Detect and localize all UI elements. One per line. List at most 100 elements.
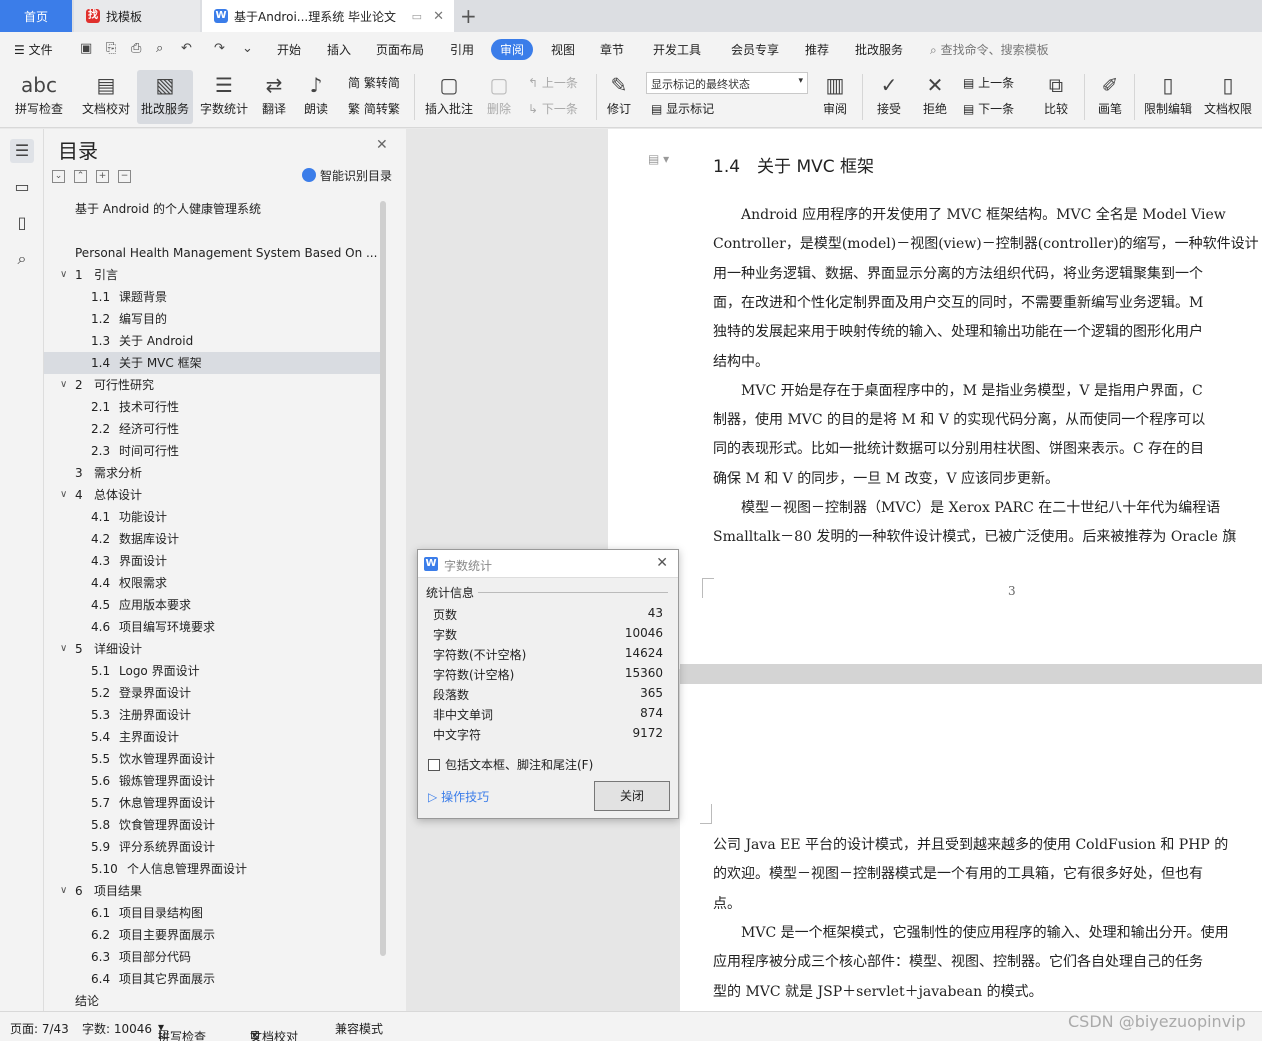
- review-service-button[interactable]: ▧ 批改服务: [137, 70, 193, 124]
- toc-item[interactable]: ∨ 5 详细设计: [44, 638, 380, 660]
- toc-item[interactable]: 5.2 登录界面设计: [44, 682, 380, 704]
- prev-comment-button[interactable]: ↰ 上一条: [528, 74, 578, 91]
- toc-item[interactable]: 2.1 技术可行性: [44, 396, 380, 418]
- redo-icon[interactable]: ↷: [214, 41, 225, 56]
- toc-item[interactable]: 1.1 课题背景: [44, 286, 380, 308]
- print-icon[interactable]: ⎙: [131, 41, 141, 56]
- menu-reference[interactable]: 引用: [450, 41, 474, 58]
- toc-item[interactable]: 5.1 Logo 界面设计: [44, 660, 380, 682]
- toc-item[interactable]: 5.4 主界面设计: [44, 726, 380, 748]
- simp-to-trad-button[interactable]: 繁 简转繁: [348, 100, 400, 117]
- doc-rights-button[interactable]: ▯ 文档权限: [1200, 70, 1256, 124]
- paragraph-menu-icon[interactable]: ▤ ▾: [648, 152, 669, 166]
- toc-item[interactable]: 4.5 应用版本要求: [44, 594, 380, 616]
- toc-item[interactable]: 5.8 饮食管理界面设计: [44, 814, 380, 836]
- toc-item[interactable]: ∨ 1 引言: [44, 264, 380, 286]
- spell-check-status[interactable]: ☑ 拼写检查 ▾: [158, 1020, 206, 1041]
- menu-review[interactable]: 审阅: [491, 39, 534, 60]
- toc-item[interactable]: 5.10 个人信息管理界面设计: [44, 858, 380, 880]
- track-changes-button[interactable]: ✎ 修订: [600, 70, 638, 124]
- pen-button[interactable]: ✐ 画笔: [1092, 70, 1128, 124]
- save-icon[interactable]: ▣: [80, 41, 92, 56]
- menu-review-service[interactable]: 批改服务: [855, 41, 903, 58]
- monitor-icon[interactable]: ▭: [412, 10, 422, 23]
- remove-level-icon[interactable]: −: [118, 170, 131, 183]
- insert-comment-button[interactable]: ▢ 插入批注: [420, 70, 478, 124]
- toc-item[interactable]: 1.2 编写目的: [44, 308, 380, 330]
- toc-item[interactable]: 3 需求分析: [44, 462, 380, 484]
- review-pane-button[interactable]: ▥ 审阅: [816, 70, 854, 124]
- toc-item[interactable]: [44, 220, 380, 242]
- find-icon[interactable]: ⌕: [10, 247, 34, 271]
- chevron-down-icon[interactable]: ∨: [60, 264, 67, 286]
- translate-button[interactable]: ⇄ 翻译: [256, 70, 292, 124]
- proofread-button[interactable]: ▤ 文档校对: [78, 70, 134, 124]
- tips-link[interactable]: ▷ 操作技巧: [428, 788, 489, 805]
- chevron-down-icon[interactable]: ∨: [60, 484, 67, 506]
- menu-recommend[interactable]: 推荐: [805, 41, 829, 58]
- menu-view[interactable]: 视图: [551, 41, 575, 58]
- toc-item[interactable]: 5.5 饮水管理界面设计: [44, 748, 380, 770]
- next-change-button[interactable]: ▤ 下一条: [963, 100, 1014, 117]
- tab-home[interactable]: 首页: [0, 0, 72, 32]
- word-count-indicator[interactable]: 字数: 10046: [82, 1020, 152, 1037]
- chevron-down-icon[interactable]: ∨: [60, 880, 67, 902]
- chevron-down-icon[interactable]: ∨: [60, 638, 67, 660]
- prev-change-button[interactable]: ▤ 上一条: [963, 74, 1014, 91]
- toc-item[interactable]: 6.1 项目目录结构图: [44, 902, 380, 924]
- reject-button[interactable]: ✕ 拒绝: [916, 70, 954, 124]
- toc-item[interactable]: 6.4 项目其它界面展示: [44, 968, 380, 990]
- smart-toc-button[interactable]: 智能识别目录: [302, 167, 392, 184]
- toc-item[interactable]: 5.6 锻炼管理界面设计: [44, 770, 380, 792]
- toc-item[interactable]: Personal Health Management System Based …: [44, 242, 380, 264]
- chapter-icon[interactable]: ▭: [10, 175, 34, 199]
- toc-item[interactable]: 1.4 关于 MVC 框架: [44, 352, 380, 374]
- toc-item[interactable]: 结论: [44, 990, 380, 1011]
- toc-item[interactable]: 4.6 项目编写环境要求: [44, 616, 380, 638]
- bookmark-icon[interactable]: ▯: [10, 211, 34, 235]
- toc-icon[interactable]: ☰: [10, 139, 34, 163]
- trad-to-simp-button[interactable]: 简 繁转简: [348, 74, 400, 91]
- tab-document[interactable]: W 基于Androi...理系统 毕业论文 ▭ ✕: [202, 0, 454, 32]
- delete-comment-button[interactable]: ▢ 删除: [480, 70, 518, 124]
- more-icon[interactable]: ⌄: [242, 41, 253, 56]
- compare-button[interactable]: ⧉ 比较: [1036, 70, 1076, 124]
- toc-item[interactable]: 4.1 功能设计: [44, 506, 380, 528]
- menu-devtools[interactable]: 开发工具: [653, 41, 701, 58]
- toc-item[interactable]: ∨ 4 总体设计: [44, 484, 380, 506]
- close-button[interactable]: 关闭: [594, 781, 670, 811]
- toc-item[interactable]: 1.3 关于 Android: [44, 330, 380, 352]
- command-search[interactable]: ⌕ 查找命令、搜索模板: [930, 41, 1049, 58]
- chevron-down-icon[interactable]: ∨: [60, 374, 67, 396]
- undo-icon[interactable]: ↶: [181, 41, 192, 56]
- tab-template[interactable]: 找 找模板: [74, 0, 200, 32]
- toc-item[interactable]: 6.3 项目部分代码: [44, 946, 380, 968]
- preview-icon[interactable]: ⌕: [156, 41, 163, 56]
- toc-item[interactable]: 4.4 权限需求: [44, 572, 380, 594]
- word-count-button[interactable]: ☰ 字数统计: [197, 70, 251, 124]
- add-tab-icon[interactable]: +: [460, 4, 477, 28]
- toc-item[interactable]: 5.7 休息管理界面设计: [44, 792, 380, 814]
- include-textbox-checkbox[interactable]: 包括文本框、脚注和尾注(F): [428, 756, 593, 773]
- toc-item[interactable]: ∨ 2 可行性研究: [44, 374, 380, 396]
- accept-button[interactable]: ✓ 接受: [870, 70, 908, 124]
- menu-insert[interactable]: 插入: [327, 41, 351, 58]
- toc-item[interactable]: 2.3 时间可行性: [44, 440, 380, 462]
- toc-item[interactable]: 6.2 项目主要界面展示: [44, 924, 380, 946]
- toc-item[interactable]: ∨ 6 项目结果: [44, 880, 380, 902]
- page-indicator[interactable]: 页面: 7/43: [10, 1020, 69, 1037]
- toc-item[interactable]: 5.9 评分系统界面设计: [44, 836, 380, 858]
- toc-item[interactable]: 基于 Android 的个人健康管理系统: [44, 199, 380, 220]
- toc-item[interactable]: 2.2 经济可行性: [44, 418, 380, 440]
- restrict-edit-button[interactable]: ▯ 限制编辑: [1140, 70, 1196, 124]
- toc-item[interactable]: 4.3 界面设计: [44, 550, 380, 572]
- spell-check-button[interactable]: abc 拼写检查: [8, 70, 70, 124]
- collapse-icon[interactable]: ⌃: [74, 170, 87, 183]
- markup-state-select[interactable]: 显示标记的最终状态 ▾: [646, 72, 808, 94]
- menu-layout[interactable]: 页面布局: [376, 41, 424, 58]
- toc-item[interactable]: 5.3 注册界面设计: [44, 704, 380, 726]
- menu-member[interactable]: 会员专享: [731, 41, 779, 58]
- show-markup-button[interactable]: ▤ 显示标记: [651, 100, 714, 117]
- menu-chapter[interactable]: 章节: [600, 41, 624, 58]
- add-level-icon[interactable]: +: [96, 170, 109, 183]
